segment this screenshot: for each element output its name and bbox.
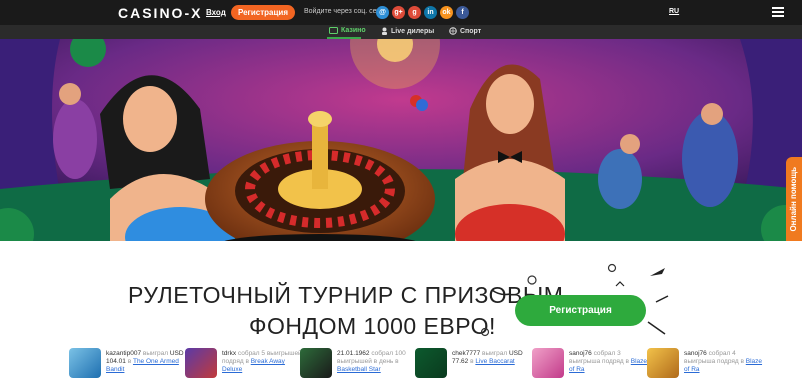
tab-casino-label: Казино — [341, 27, 366, 34]
hamburger-menu-icon[interactable] — [772, 7, 784, 17]
odnoklassniki-icon[interactable]: ok — [440, 6, 453, 19]
winner-item[interactable]: kazantip007 выиграл USD 104.01 в The One… — [69, 348, 184, 378]
register-button-main[interactable]: Регистрация — [515, 295, 646, 326]
facebook-icon[interactable]: f — [456, 6, 469, 19]
tab-sport[interactable]: Спорт — [449, 27, 481, 35]
winner-text: kazantip007 выиграл USD 104.01 в The One… — [106, 350, 184, 373]
casino-icon — [329, 27, 338, 34]
linkedin-icon[interactable]: in — [424, 6, 437, 19]
nav-bar: Казино Live дилеры Спорт — [0, 25, 802, 39]
online-help-label: Онлайн помощь — [789, 167, 798, 232]
google-plus-icon[interactable]: g+ — [392, 6, 405, 19]
game-link[interactable]: Basketball Star — [337, 366, 381, 373]
tab-live-dealers-label: Live дилеры — [391, 27, 435, 35]
winner-item[interactable]: sanoj76 собрал 3 выигрыша подряд в Blaze… — [532, 348, 647, 378]
promo-title-line2: ФОНДОМ 1000 ЕВРО! — [249, 313, 496, 339]
game-thumbnail[interactable] — [647, 348, 679, 378]
winner-item[interactable]: sanoj76 собрал 4 выигрыша подряд в Blaze… — [647, 348, 762, 378]
language-selector[interactable]: RU — [669, 8, 679, 15]
game-thumbnail[interactable] — [69, 348, 101, 378]
winner-item[interactable]: tdrkx собрал 5 выигрышей подряд в Break … — [185, 348, 302, 378]
sport-icon — [449, 27, 457, 35]
game-thumbnail[interactable] — [185, 348, 217, 378]
tab-live-dealers[interactable]: Live дилеры — [381, 27, 434, 35]
winner-text: 21.01.1962 собрал 100 выигрышей в день в… — [337, 350, 406, 373]
winner-item[interactable]: 21.01.1962 собрал 100 выигрышей в день в… — [300, 348, 415, 378]
dealer-icon — [382, 27, 387, 35]
login-link[interactable]: Вход — [206, 8, 226, 17]
winner-text: sanoj76 собрал 4 выигрыша подряд в Blaze… — [684, 350, 763, 373]
game-thumbnail[interactable] — [532, 348, 564, 378]
mail-icon[interactable]: @ — [376, 6, 389, 19]
social-login-label: Войдите через соц. сети: — [304, 8, 386, 15]
winner-text: sanoj76 собрал 3 выигрыша подряд в Blaze… — [569, 350, 648, 373]
register-button-top[interactable]: Регистрация — [231, 5, 295, 20]
google-icon[interactable]: g — [408, 6, 421, 19]
winner-text: chek7777 выиграл USD 77.62 в Live Baccar… — [452, 350, 523, 365]
game-thumbnail[interactable] — [415, 348, 447, 378]
casino-logo[interactable]: CASINO-X — [118, 5, 202, 21]
hero-banner[interactable]: Онлайн помощь — [0, 39, 802, 241]
game-link[interactable]: Live Baccarat — [475, 358, 514, 365]
top-bar: CASINO-X Вход Регистрация Войдите через … — [0, 0, 802, 25]
game-thumbnail[interactable] — [300, 348, 332, 378]
winner-text: tdrkx собрал 5 выигрышей подряд в Break … — [222, 350, 302, 373]
roulette-illustration — [0, 39, 802, 241]
tab-casino[interactable]: Казино — [329, 27, 366, 34]
online-help-tab[interactable]: Онлайн помощь — [786, 157, 802, 241]
winner-item[interactable]: chek7777 выиграл USD 77.62 в Live Baccar… — [415, 348, 530, 378]
tab-sport-label: Спорт — [460, 27, 482, 35]
